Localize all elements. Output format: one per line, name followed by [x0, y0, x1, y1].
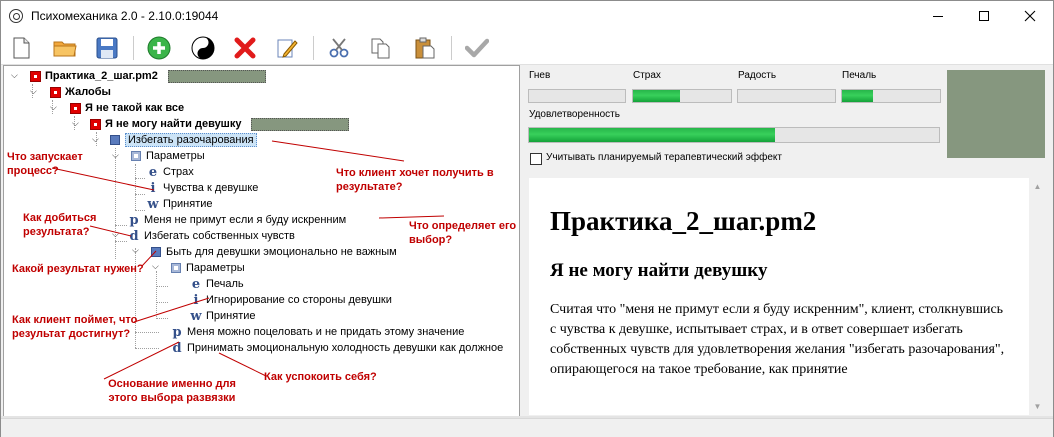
report-title: Практика_2_шаг.pm2 [550, 206, 817, 236]
checkmark-icon [465, 38, 489, 58]
annotation-self-soothe: Как успокоить себя? [264, 371, 377, 383]
scissors-icon [329, 38, 349, 58]
blank-document-icon [13, 37, 30, 59]
copy-icon [371, 38, 390, 59]
sadness-meter-fill [842, 90, 874, 102]
therapy-effect-checkbox[interactable] [530, 153, 542, 165]
annotation-how-achieve: Как добиться результата? [23, 212, 97, 238]
anger-meter [528, 89, 626, 103]
sadness-label: Печаль [842, 70, 877, 81]
scroll-down-arrow-icon[interactable]: ▼ [1029, 398, 1046, 415]
open-button[interactable] [51, 34, 79, 62]
anger-label: Гнев [529, 70, 551, 81]
annotation-result-needed: Какой результат нужен? [12, 263, 144, 275]
maximize-icon [979, 11, 989, 21]
floppy-disk-icon [96, 37, 118, 59]
joy-meter [737, 89, 836, 103]
toolbar-separator [313, 36, 314, 60]
red-x-icon [234, 37, 256, 59]
toolbar [1, 31, 1053, 65]
close-icon [1024, 10, 1036, 22]
tree-view[interactable]: ⌵ ⌵ ⌵ ⌵ ⌵ ⌵ ⌵ ⌵ ⌵ Практика_2_шаг.pm2 Жал… [3, 65, 520, 417]
edit-button[interactable] [273, 34, 301, 62]
report-subtitle: Я не могу найти девушку [550, 260, 768, 281]
fear-label: Страх [633, 70, 661, 81]
fear-meter-fill [633, 90, 681, 102]
details-pane: Гнев Страх Радость Печаль Удовлетворенно… [521, 65, 1053, 417]
annotation-basis-for-choice: Основание именно для этого выбора развяз… [108, 378, 236, 404]
status-bar [1, 418, 1053, 437]
window-title: Психомеханика 2.0 - 2.10.0:19044 [31, 9, 219, 23]
save-button[interactable] [93, 34, 121, 62]
app-window: Психомеханика 2.0 - 2.10.0:19044 ⌵ ⌵ ⌵ ⌵… [0, 0, 1054, 437]
annotation-how-client-knows: Как клиент поймет, что результат достигн… [12, 314, 138, 340]
fear-meter [632, 89, 732, 103]
delete-button[interactable] [231, 34, 259, 62]
paste-icon [415, 37, 435, 59]
sadness-meter [841, 89, 941, 103]
minimize-button[interactable] [915, 1, 961, 31]
green-plus-icon [147, 36, 171, 60]
report-body: Считая что "меня не примут если я буду и… [550, 302, 1005, 377]
cut-button[interactable] [325, 34, 353, 62]
minimize-icon [933, 15, 943, 17]
copy-button[interactable] [367, 34, 395, 62]
report-scrollbar[interactable]: ▲ ▼ [1029, 178, 1046, 415]
satisfaction-meter [528, 127, 940, 143]
apply-button[interactable] [463, 34, 491, 62]
yin-yang-icon [191, 36, 215, 60]
maximize-button[interactable] [961, 1, 1007, 31]
folder-icon [53, 41, 77, 57]
app-logo-icon [9, 9, 23, 23]
pencil-icon [277, 39, 298, 58]
therapy-effect-label[interactable]: Учитывать планируемый терапевтический эф… [546, 152, 782, 163]
balance-button[interactable] [189, 34, 217, 62]
satisfaction-meter-fill [529, 128, 775, 142]
title-bar: Психомеханика 2.0 - 2.10.0:19044 [1, 1, 1053, 31]
state-color-swatch [947, 70, 1045, 158]
new-file-button[interactable] [7, 34, 35, 62]
annotation-desired-result: Что клиент хочет получить в результате? [336, 167, 494, 193]
add-button[interactable] [145, 34, 173, 62]
scroll-up-arrow-icon[interactable]: ▲ [1029, 178, 1046, 195]
annotation-what-determines: Что определяет его выбор? [409, 220, 517, 246]
joy-label: Радость [738, 70, 777, 81]
close-button[interactable] [1007, 1, 1053, 31]
satisfaction-label: Удовлетворенность [529, 109, 620, 120]
report-document: Практика_2_шаг.pm2 Я не могу найти девуш… [529, 178, 1029, 415]
toolbar-separator [451, 36, 452, 60]
toolbar-separator [133, 36, 134, 60]
annotation-trigger: Что запускает процесс? [7, 151, 83, 177]
paste-button[interactable] [411, 34, 439, 62]
